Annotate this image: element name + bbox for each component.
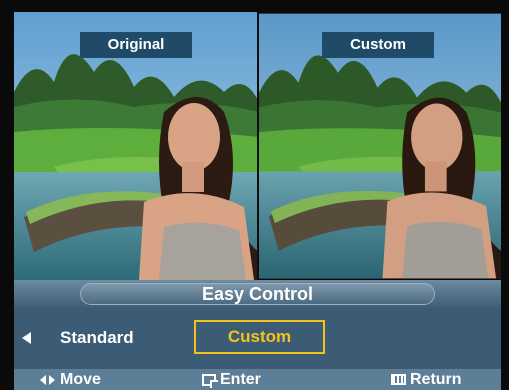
move-hint: Move [40, 369, 101, 390]
return-label: Return [410, 371, 462, 388]
footer-help-bar: Move Enter Return [14, 369, 501, 390]
return-icon [391, 374, 406, 386]
move-label: Move [60, 371, 101, 388]
enter-icon [202, 373, 218, 388]
enter-hint: Enter [202, 369, 261, 390]
easy-control-menu: Easy Control Standard Custom Move Enter … [14, 280, 501, 390]
option-standard[interactable]: Standard [60, 326, 134, 350]
return-hint: Return [391, 369, 462, 390]
custom-label: Custom [322, 32, 434, 58]
menu-title: Easy Control [201, 284, 314, 304]
custom-preview: Custom [259, 12, 501, 280]
original-label: Original [80, 32, 192, 58]
option-custom-selected[interactable]: Custom [194, 320, 325, 354]
tv-screen: Original Custom Easy Control Standard Cu… [0, 0, 509, 390]
left-arrow-icon[interactable] [22, 332, 31, 344]
move-arrows-icon [40, 374, 56, 386]
original-preview: Original [14, 12, 259, 280]
menu-title-bar: Easy Control [14, 280, 501, 308]
enter-label: Enter [220, 371, 261, 388]
